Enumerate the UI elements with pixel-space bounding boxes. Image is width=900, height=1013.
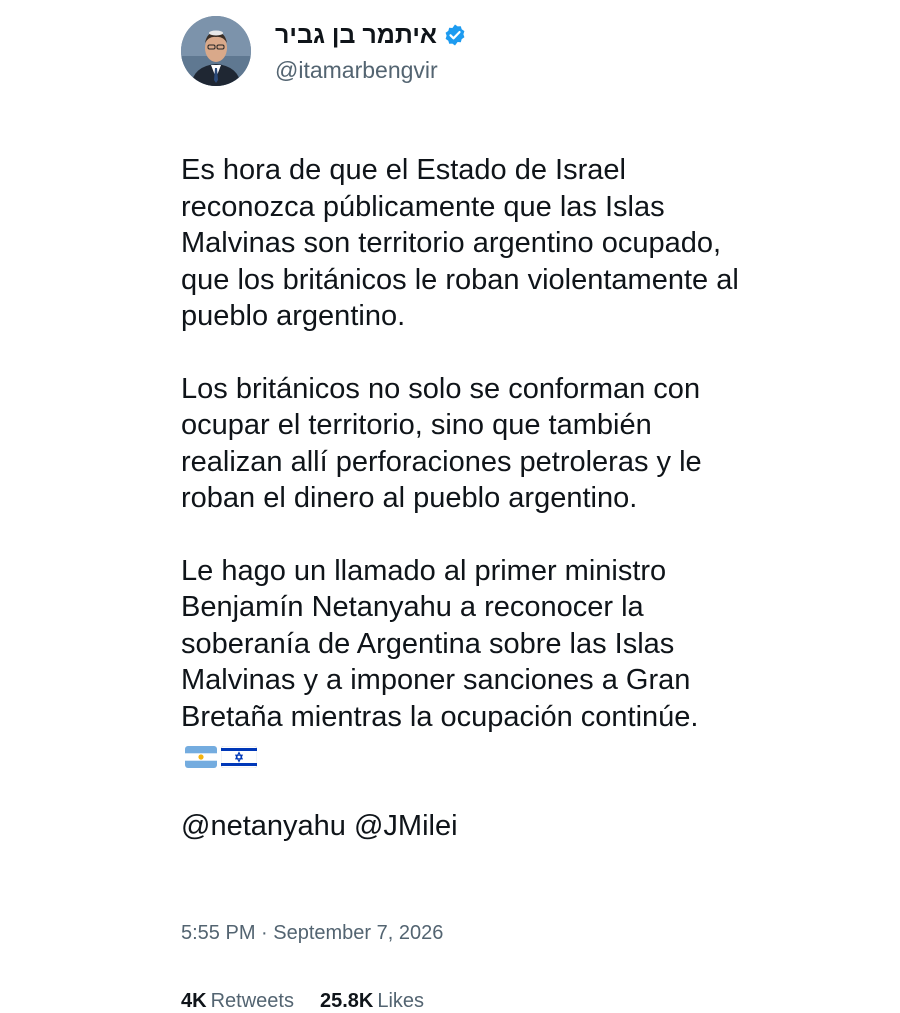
tweet-header: איתמר בן גביר @itamarbengvir [181,16,821,96]
display-name[interactable]: איתמר בן גביר [275,20,437,50]
likes-stat[interactable]: 25.8K Likes [320,989,424,1013]
tweet-stats: 4K Retweets 25.8K Likes [181,989,821,1013]
author-names: איתמר בן גביר @itamarbengvir [275,16,467,84]
tweet-paragraph: Le hago un llamado al primer ministro Be… [181,553,741,771]
likes-count: 25.8K [319,989,374,1012]
verified-badge-icon [443,23,467,47]
retweets-label: Retweets [210,989,294,1012]
name-row: איתמר בן גביר [275,20,467,50]
israel-flag-icon [220,741,258,769]
avatar-portrait-icon [181,16,251,86]
author-handle[interactable]: @itamarbengvir [275,56,467,84]
mentions: @netanyahu @JMilei [181,808,741,844]
retweets-stat[interactable]: 4K Retweets [181,989,294,1013]
mention-jmilei[interactable]: @JMilei [354,810,458,842]
tweet-card: איתמר בן גביר @itamarbengvir Es hora de … [181,16,821,1013]
tweet-timestamp[interactable]: 5:55 PM · September 7, 2026 [181,921,821,945]
argentina-flag-icon [185,741,217,769]
tweet-text: Es hora de que el Estado de Israel recon… [181,116,741,881]
avatar[interactable] [181,16,251,86]
likes-label: Likes [377,989,425,1012]
tweet-paragraph: Es hora de que el Estado de Israel recon… [181,154,739,333]
mention-netanyahu[interactable]: @netanyahu [181,810,346,842]
tweet-paragraph: Los británicos no solo se conforman con … [181,372,702,515]
tweet-paragraph-text: Le hago un llamado al primer ministro Be… [181,554,699,733]
retweets-count: 4K [181,989,207,1012]
